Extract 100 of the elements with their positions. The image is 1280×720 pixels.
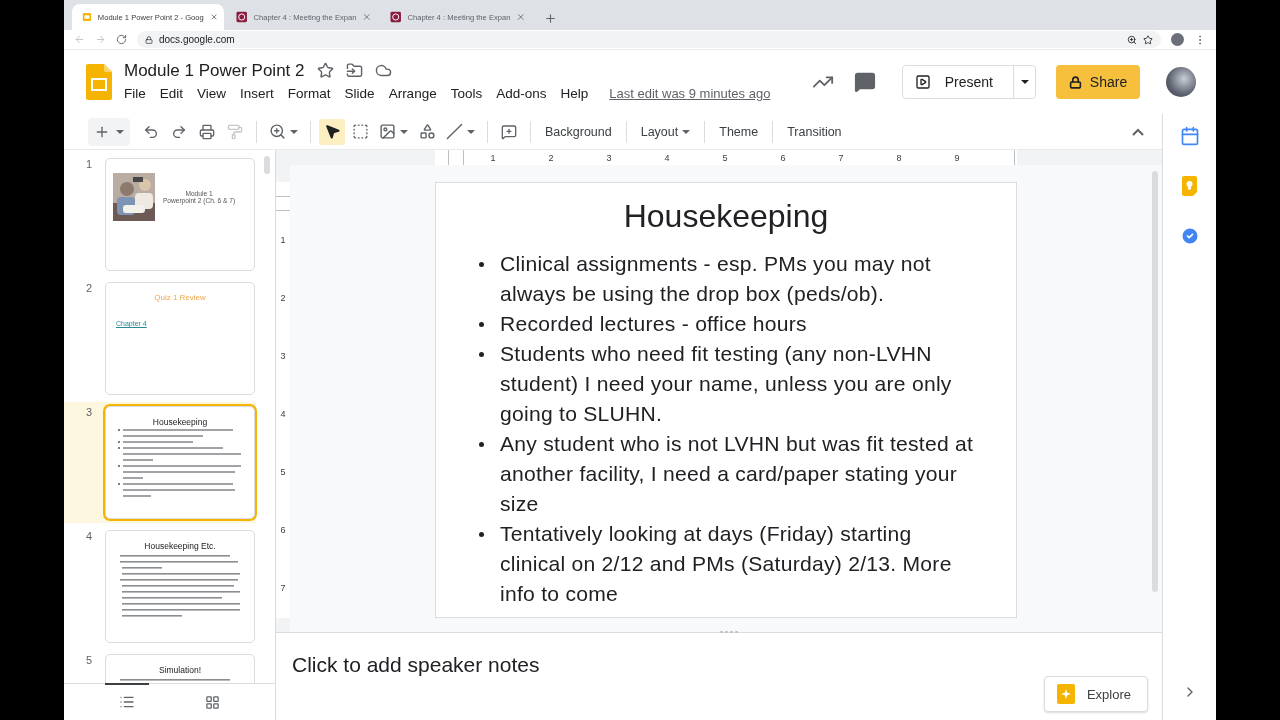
redo-icon: [171, 123, 187, 140]
toolbar-button[interactable]: Theme: [713, 120, 765, 143]
grid-icon: [204, 694, 220, 710]
check-circle-icon: [1179, 226, 1200, 246]
caret-icon: [290, 129, 298, 134]
account-avatar[interactable]: [1166, 67, 1196, 97]
list-icon: [118, 694, 135, 710]
bookmark-star-icon[interactable]: [1143, 34, 1153, 45]
slide-thumbnail-row[interactable]: 5 Simulation!: [64, 650, 256, 683]
slide-thumbnail[interactable]: Housekeeping Etc.: [105, 530, 255, 643]
last-edit-link[interactable]: Last edit was 9 minutes ago: [609, 85, 771, 101]
menu-item[interactable]: File: [117, 82, 153, 104]
chevron-up-icon: [1132, 127, 1144, 136]
caret-icon: [467, 129, 475, 134]
explore-button[interactable]: Explore: [1043, 676, 1148, 712]
lightbulb-icon: [1182, 176, 1197, 196]
toolbar-button[interactable]: Layout: [634, 120, 697, 143]
caret-icon: [116, 129, 124, 134]
url-text: docs.google.com: [159, 34, 236, 45]
shape-icon: [418, 123, 436, 140]
slide-number: 5: [86, 654, 94, 668]
slide-title: Housekeeping Etc.: [144, 541, 216, 551]
zoom-icon: [269, 123, 286, 140]
ruler-number: 4: [279, 409, 287, 419]
bullet-icon: [479, 351, 484, 357]
menu-item[interactable]: Slide: [337, 82, 382, 104]
menu-item[interactable]: Tools: [443, 82, 490, 104]
reload-icon[interactable]: [116, 34, 127, 45]
calendar-icon: [1179, 126, 1200, 146]
slide-number: 2: [86, 282, 94, 296]
comment-plus-icon: [501, 123, 517, 140]
slide-title: Housekeeping: [152, 417, 208, 427]
slide-thumbnail[interactable]: Simulation!: [105, 654, 255, 683]
select-tool-button[interactable]: [319, 118, 345, 145]
bullet-icon: [479, 321, 484, 327]
profile-avatar: [1171, 33, 1184, 46]
ruler-number: 6: [279, 525, 287, 535]
document-title[interactable]: Module 1 Power Point 2: [124, 60, 305, 81]
move-folder-icon[interactable]: [345, 62, 363, 79]
slide-title: Housekeeping: [622, 197, 830, 236]
new-slide-button[interactable]: [88, 117, 130, 146]
lock-icon: [1068, 75, 1082, 89]
speaker-notes-field[interactable]: Click to add speaker notes: [292, 653, 1146, 677]
bullet-text: Any student who is not LVHN but was fit tested at another facility, I need a card/paper stating your size: [500, 431, 975, 517]
caret-icon: [682, 129, 691, 134]
cloud-icon: [374, 62, 392, 79]
print-icon: [199, 123, 215, 140]
toolbar-button[interactable]: Background: [539, 120, 618, 143]
text-box-icon: [351, 123, 369, 140]
ruler-number: 6: [779, 152, 787, 163]
course-icon: [390, 11, 402, 23]
calendar-button[interactable]: [1179, 126, 1200, 146]
ruler-number: 5: [279, 467, 287, 477]
ruler-number: 3: [279, 351, 287, 361]
ruler-number: 4: [663, 152, 671, 163]
resize-handle[interactable]: [719, 630, 739, 634]
bullet-icon: [479, 261, 484, 267]
scrollbar-thumb[interactable]: [264, 156, 270, 174]
ruler-number: 1: [279, 235, 287, 245]
slide-thumbnail-row[interactable]: 4 Housekeeping Etc.: [64, 526, 256, 647]
explore-icon: [1056, 684, 1075, 704]
caret-icon: [1020, 80, 1029, 84]
zoom-icon[interactable]: [1127, 34, 1137, 45]
new-tab-button[interactable]: [544, 12, 557, 25]
lock-icon: [145, 35, 153, 44]
slide-number: 1: [86, 158, 94, 172]
close-icon[interactable]: [209, 12, 218, 22]
menu-item[interactable]: Insert: [233, 82, 281, 104]
ruler-number: 2: [279, 293, 287, 303]
course-icon: [236, 11, 248, 23]
ruler-number: 9: [953, 152, 961, 163]
slide-title: Quiz 1 Review: [154, 293, 206, 302]
menu-item[interactable]: Edit: [152, 82, 191, 104]
toolbar-button[interactable]: Transition: [781, 120, 848, 143]
scrollbar-thumb[interactable]: [1152, 171, 1158, 592]
caret-icon: [400, 129, 408, 134]
slide-thumbnail[interactable]: Housekeeping: [105, 406, 255, 519]
bullet-text: Tentatively looking at days (Friday) starting clinical on 2/12 and PMs (Saturday) 2/13. More info to come: [500, 521, 953, 607]
bullet-icon: [479, 531, 484, 537]
slide-thumbnail-row[interactable]: 3 Housekeeping: [64, 402, 256, 523]
star-icon[interactable]: [316, 62, 334, 79]
share-button[interactable]: Share: [1056, 65, 1140, 99]
menu-item[interactable]: Format: [280, 82, 338, 104]
address-bar[interactable]: docs.google.com: [137, 31, 1161, 48]
ruler-number: 1: [489, 152, 497, 163]
slide-number: 4: [86, 530, 94, 544]
menu-item[interactable]: Add-ons: [489, 82, 554, 104]
plus-icon: [544, 12, 557, 25]
menu-item[interactable]: Arrange: [381, 82, 444, 104]
present-options-button[interactable]: [1013, 66, 1035, 98]
undo-icon: [143, 123, 159, 140]
menu-item[interactable]: Help: [553, 82, 596, 104]
pointer-icon: [323, 123, 341, 140]
ruler-number: 2: [547, 152, 555, 163]
bullet-text: Clinical assignments - esp. PMs you may not always be using the drop box (peds/ob).: [500, 251, 932, 307]
play-icon: [914, 74, 931, 90]
slide-title: Simulation!: [158, 665, 202, 675]
ruler-number: 7: [279, 583, 287, 593]
menu-item[interactable]: View: [190, 82, 234, 104]
tasks-button[interactable]: [1179, 226, 1200, 246]
